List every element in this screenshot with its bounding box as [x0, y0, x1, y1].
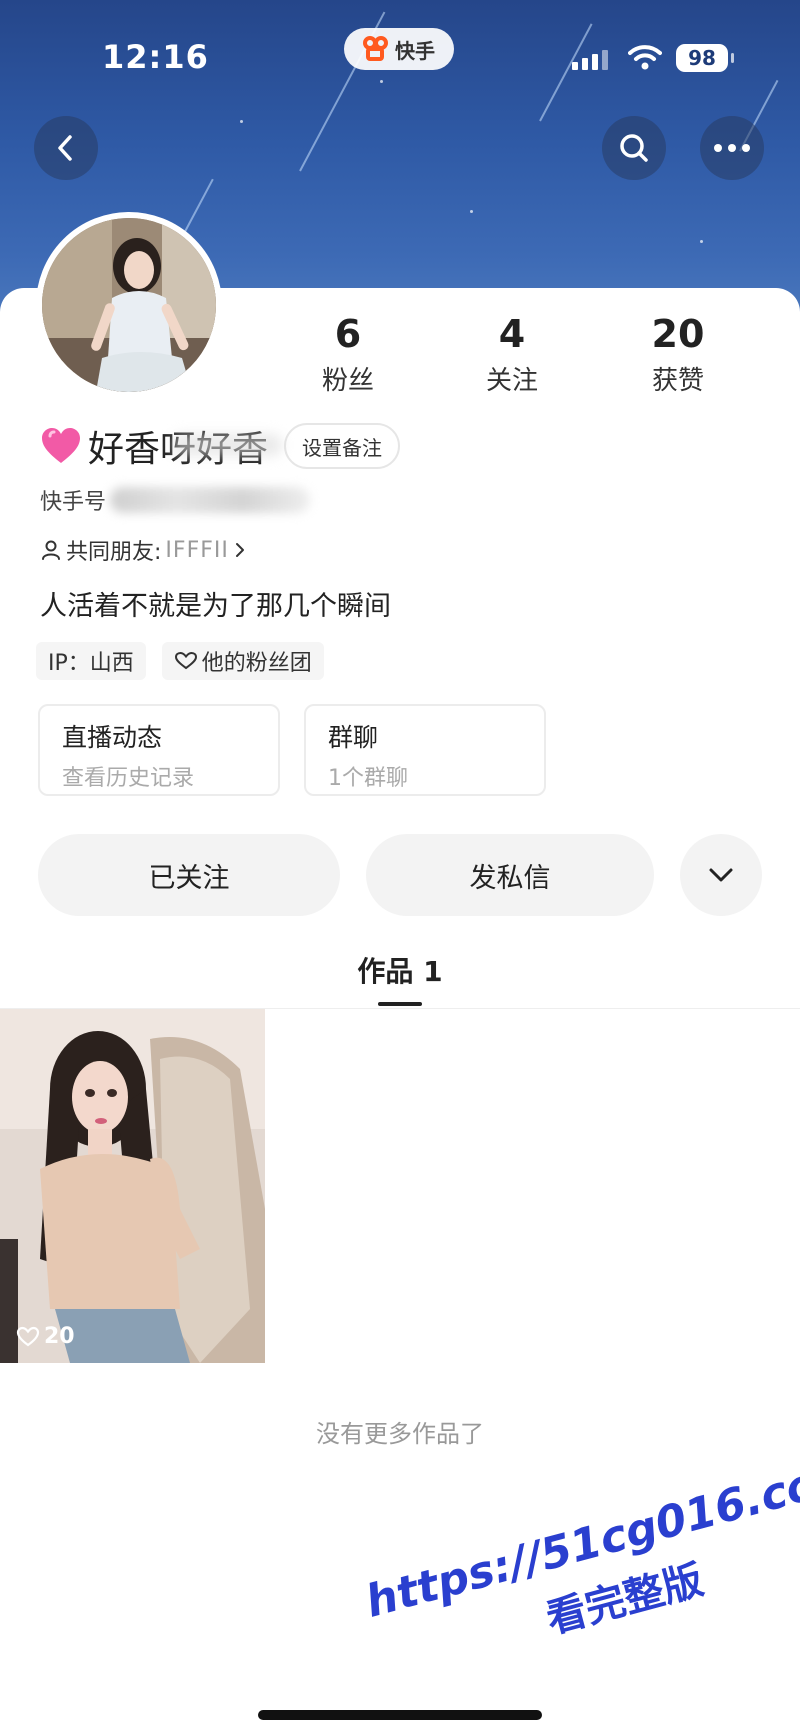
set-remark-button[interactable]: 设置备注	[284, 423, 401, 469]
wifi-icon	[628, 45, 662, 70]
stat-label: 关注	[485, 366, 538, 396]
heart-outline-icon	[174, 651, 197, 670]
pink-heart-icon	[42, 428, 80, 463]
stat-following[interactable]: 4 关注	[452, 310, 572, 397]
stat-likes[interactable]: 20 获赞	[618, 310, 738, 397]
tag-row: IP：山西 他的粉丝团	[36, 642, 324, 680]
stat-label: 粉丝	[321, 366, 374, 396]
group-chat-card[interactable]: 群聊 1个群聊	[304, 704, 546, 796]
card-title: 直播动态	[62, 723, 163, 752]
chevron-right-icon	[235, 543, 244, 557]
heart-outline-icon	[16, 1326, 40, 1346]
app-indicator: 快手	[344, 28, 454, 70]
status-time: 12:16	[102, 38, 209, 76]
expand-button[interactable]	[680, 834, 762, 916]
ellipsis-icon	[714, 144, 750, 152]
no-more-works-text: 没有更多作品了	[316, 1420, 484, 1448]
cellular-signal-icon	[572, 50, 608, 70]
person-icon	[42, 540, 60, 560]
stat-value: 6	[334, 312, 362, 356]
mutual-friends-value: IFFFII	[165, 537, 229, 563]
avatar[interactable]	[36, 212, 222, 398]
card-subtitle: 1个群聊	[328, 766, 408, 791]
search-icon	[620, 134, 648, 162]
nickname: 好香呀好香	[88, 420, 282, 472]
work-thumbnail[interactable]: 20	[0, 1009, 265, 1363]
work-thumbnail-image	[0, 1009, 265, 1363]
stat-label: 获赞	[651, 366, 704, 396]
user-id-label: 快手号	[40, 490, 107, 515]
avatar-photo	[42, 218, 216, 392]
chevron-left-icon	[58, 135, 72, 161]
user-id-row[interactable]: 快手号	[40, 484, 311, 516]
bio: 人活着不就是为了那几个瞬间	[40, 591, 391, 622]
battery-icon: 98	[676, 44, 734, 72]
tab-works[interactable]: 作品 1	[0, 950, 800, 990]
mutual-friends-label: 共同朋友:	[66, 540, 162, 565]
back-button[interactable]	[34, 116, 98, 180]
search-button[interactable]	[602, 116, 666, 180]
stat-fans[interactable]: 6 粉丝	[288, 310, 408, 397]
kuaishou-logo-icon	[363, 36, 389, 62]
stat-value: 4	[498, 312, 526, 356]
card-title: 群聊	[328, 723, 379, 752]
stat-value: 20	[651, 312, 705, 356]
work-likes-count: 20	[44, 1324, 75, 1349]
live-history-card[interactable]: 直播动态 查看历史记录	[38, 704, 280, 796]
fan-club-text: 他的粉丝团	[201, 651, 312, 676]
followed-button[interactable]: 已关注	[38, 834, 340, 916]
more-options-button[interactable]	[700, 116, 764, 180]
app-name: 快手	[395, 38, 435, 63]
work-likes: 20	[16, 1324, 75, 1349]
user-id-blurred	[110, 487, 311, 513]
fan-club-tag[interactable]: 他的粉丝团	[161, 642, 324, 680]
card-subtitle: 查看历史记录	[62, 766, 195, 791]
tab-indicator	[378, 1002, 422, 1006]
ip-location-tag: IP：山西	[36, 642, 146, 680]
name-row: 好香呀好香 设置备注	[40, 420, 401, 472]
chevron-down-icon	[709, 868, 733, 882]
mutual-friends-row[interactable]: 共同朋友: IFFFII	[40, 534, 247, 566]
send-message-button[interactable]: 发私信	[366, 834, 654, 916]
nickname-blur	[172, 434, 282, 456]
ip-location-text: IP：山西	[48, 651, 134, 676]
home-indicator[interactable]	[258, 1710, 542, 1720]
